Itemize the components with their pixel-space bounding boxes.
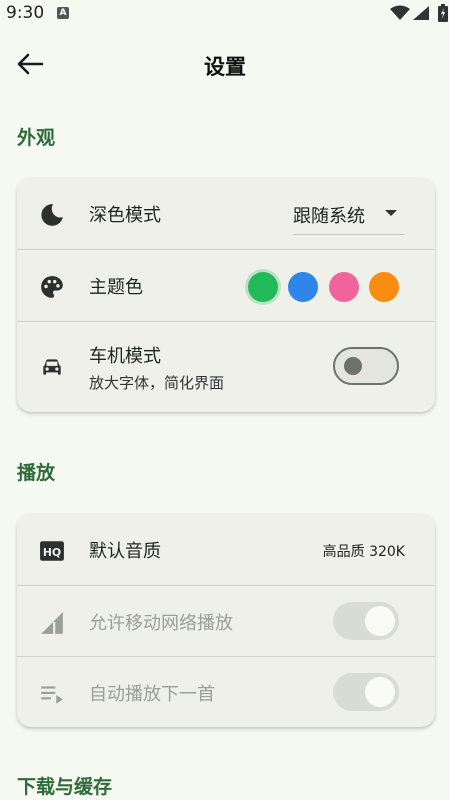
car-mode-row[interactable]: 车机模式 放大字体，简化界面 xyxy=(17,321,435,412)
toggle-knob xyxy=(365,606,395,636)
theme-color-swatch[interactable] xyxy=(248,272,278,302)
moon-icon xyxy=(41,204,63,226)
mobile-network-label: 允许移动网络播放 xyxy=(89,613,233,634)
autoplay-next-toggle[interactable] xyxy=(333,673,399,711)
app-bar: 设置 xyxy=(0,36,450,92)
toggle-knob xyxy=(344,357,362,375)
mobile-network-toggle[interactable] xyxy=(333,602,399,640)
default-quality-row[interactable]: HQ 默认音质 高品质 320K xyxy=(17,514,435,586)
mobile-network-row[interactable]: 允许移动网络播放 xyxy=(17,585,435,658)
signal-cellular-icon xyxy=(41,612,63,634)
default-quality-label: 默认音质 xyxy=(89,541,161,562)
default-quality-value: 高品质 320K xyxy=(322,544,405,560)
hq-icon: HQ xyxy=(40,541,64,561)
notification-icon: A xyxy=(57,7,69,19)
car-icon xyxy=(43,359,61,375)
section-header-playback: 播放 xyxy=(17,462,56,484)
battery-icon xyxy=(438,4,448,22)
dark-mode-value: 跟随系统 xyxy=(293,206,365,227)
palette-icon xyxy=(41,276,63,298)
wifi-icon xyxy=(390,5,410,20)
autoplay-next-row[interactable]: 自动播放下一首 xyxy=(17,656,435,727)
section-header-appearance: 外观 xyxy=(17,127,56,149)
theme-color-swatch[interactable] xyxy=(288,272,318,302)
dark-mode-label: 深色模式 xyxy=(89,205,161,226)
playback-card: HQ 默认音质 高品质 320K 允许移动网络播放 自动播放下一首 xyxy=(17,514,435,727)
theme-color-label: 主题色 xyxy=(89,277,143,298)
car-mode-sublabel: 放大字体，简化界面 xyxy=(89,374,225,392)
page-title: 设置 xyxy=(204,55,246,79)
car-mode-toggle[interactable] xyxy=(333,347,399,385)
theme-color-row: 主题色 xyxy=(17,249,435,322)
toggle-knob xyxy=(365,677,395,707)
theme-color-swatch[interactable] xyxy=(369,272,399,302)
theme-color-swatch[interactable] xyxy=(329,272,359,302)
signal-icon xyxy=(413,6,429,20)
dark-mode-dropdown[interactable]: 跟随系统 xyxy=(293,200,405,235)
chevron-down-icon xyxy=(385,210,397,216)
car-mode-label: 车机模式 xyxy=(89,346,161,367)
status-bar: 9:30 A xyxy=(0,0,450,28)
dark-mode-row[interactable]: 深色模式 跟随系统 xyxy=(17,178,435,250)
status-time: 9:30 xyxy=(6,3,45,23)
svg-text:HQ: HQ xyxy=(43,546,61,559)
appearance-card: 深色模式 跟随系统 主题色 车机模式 放大字体，简化界面 xyxy=(17,178,435,412)
autoplay-next-label: 自动播放下一首 xyxy=(89,684,215,705)
playlist-play-icon xyxy=(41,686,63,704)
section-header-download: 下载与缓存 xyxy=(17,776,113,798)
